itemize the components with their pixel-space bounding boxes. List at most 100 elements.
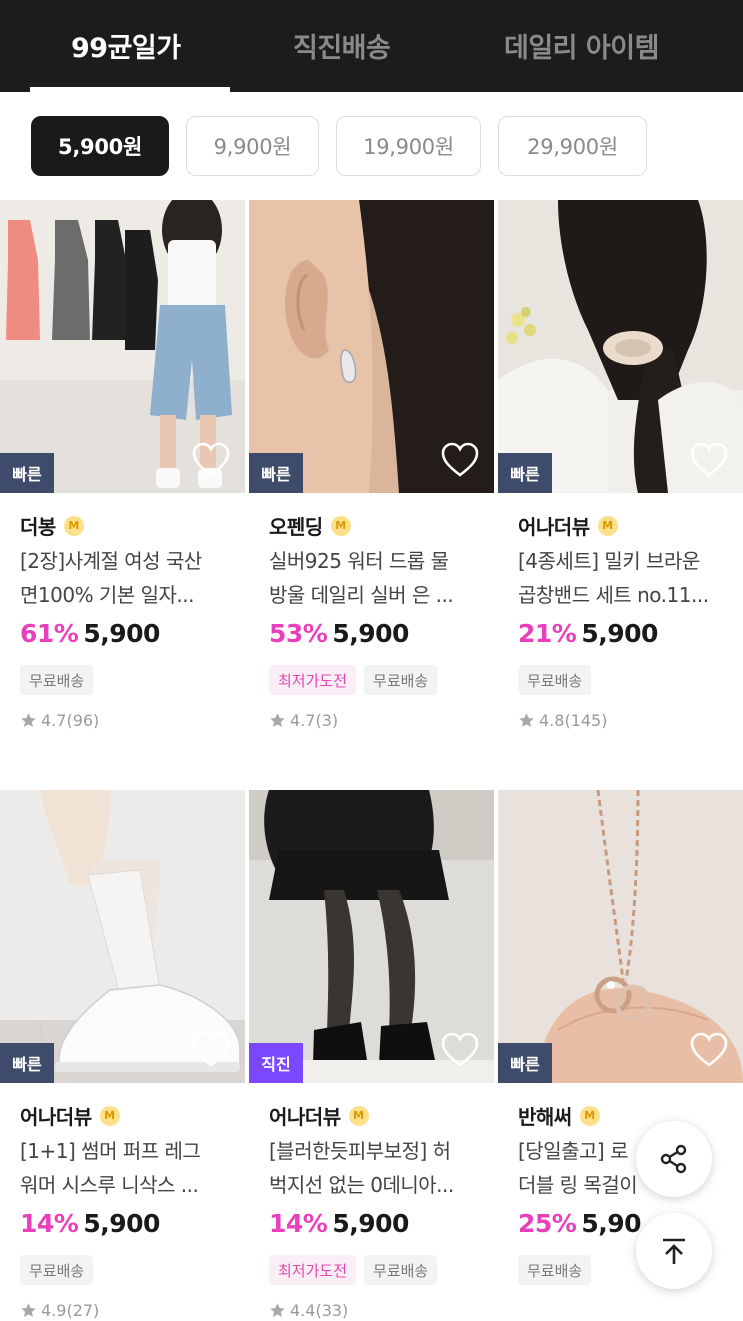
fast-delivery-tag: 빠른 [0, 453, 54, 493]
product-badges: 최저가도전 무료배송 [269, 665, 438, 695]
product-image[interactable]: 빠른 [498, 200, 743, 493]
price-chip-19900[interactable]: 19,900원 [336, 116, 481, 176]
product-title-line: 곱창밴드 세트 no.11... [518, 583, 709, 607]
free-shipping-badge: 무료배송 [20, 665, 94, 695]
discount-rate: 53% [269, 619, 328, 648]
brand-m-badge: M [597, 515, 618, 536]
brand-m-badge: M [63, 515, 84, 536]
product-rating: 4.7 (3) [269, 711, 338, 730]
product-title-line: [2장]사계절 여성 국산 [20, 549, 202, 573]
heart-outline-icon[interactable] [440, 1031, 480, 1069]
active-tab-indicator [30, 87, 230, 92]
rating-score: 4.9 [41, 1301, 67, 1320]
star-icon [270, 713, 285, 727]
product-image[interactable]: 빠른 [498, 790, 743, 1083]
sale-price: 5,900 [83, 1209, 160, 1238]
brand-name[interactable]: 어나더뷰 [269, 1101, 341, 1130]
product-title-line: [4종세트] 밀키 브라운 [518, 549, 700, 573]
free-shipping-badge: 무료배송 [364, 665, 438, 695]
rating-score: 4.7 [290, 711, 316, 730]
product-title-line: 워머 시스루 니삭스 ... [20, 1173, 199, 1197]
review-count: (145) [564, 711, 608, 730]
fast-delivery-tag: 빠른 [498, 453, 552, 493]
product-title-line: 벅지선 없는 0데니아... [269, 1173, 454, 1197]
discount-rate: 14% [269, 1209, 328, 1238]
star-icon [21, 713, 36, 727]
discount-rate: 21% [518, 619, 577, 648]
product-image[interactable]: 직진 [249, 790, 494, 1083]
product-title-line: [블러한듯피부보정] 허 [269, 1139, 451, 1163]
fast-delivery-tag: 빠른 [249, 453, 303, 493]
rating-score: 4.7 [41, 711, 67, 730]
free-shipping-badge: 무료배송 [364, 1255, 438, 1285]
sale-price: 5,90 [581, 1209, 642, 1238]
discount-rate: 61% [20, 619, 79, 648]
star-icon [21, 1303, 36, 1317]
tab-99-uniform-price[interactable]: 99균일가 [71, 26, 181, 65]
brand-name[interactable]: 어나더뷰 [518, 511, 590, 540]
direct-delivery-tag: 직진 [249, 1043, 303, 1083]
fast-delivery-tag: 빠른 [0, 1043, 54, 1083]
tab-direct-delivery[interactable]: 직진배송 [293, 26, 391, 65]
free-shipping-badge: 무료배송 [518, 665, 592, 695]
sale-price: 5,900 [581, 619, 658, 648]
heart-outline-icon[interactable] [689, 1031, 729, 1069]
top-tab-bar: 99균일가 직진배송 데일리 아이템 [0, 0, 743, 92]
free-shipping-badge: 무료배송 [20, 1255, 94, 1285]
price-chip-5900[interactable]: 5,900원 [31, 116, 169, 176]
sale-price: 5,900 [332, 619, 409, 648]
scroll-to-top-button[interactable] [636, 1213, 712, 1289]
arrow-up-to-top-icon [663, 1238, 685, 1264]
product-title[interactable]: 실버925 워터 드롭 물 방울 데일리 실버 은 ... [269, 544, 484, 612]
review-count: (3) [315, 711, 339, 730]
product-rating: 4.7 (96) [20, 711, 99, 730]
rating-score: 4.8 [539, 711, 565, 730]
review-count: (33) [315, 1301, 349, 1320]
sale-price: 5,900 [332, 1209, 409, 1238]
product-badges: 무료배송 [20, 1255, 94, 1285]
free-shipping-badge: 무료배송 [518, 1255, 592, 1285]
brand-m-badge: M [348, 1105, 369, 1126]
product-title[interactable]: [2장]사계절 여성 국산 면100% 기본 일자... [20, 544, 235, 612]
price-filter-chips: 5,900원 9,900원 19,900원 29,900원 [0, 116, 743, 176]
heart-outline-icon[interactable] [440, 441, 480, 479]
price-chip-9900[interactable]: 9,900원 [186, 116, 319, 176]
brand-m-badge: M [579, 1105, 600, 1126]
heart-outline-icon[interactable] [689, 441, 729, 479]
brand-name[interactable]: 더봉 [20, 511, 56, 540]
share-button[interactable] [636, 1121, 712, 1197]
sale-price: 5,900 [83, 619, 160, 648]
product-image[interactable]: 빠른 [0, 790, 245, 1083]
discount-rate: 25% [518, 1209, 577, 1238]
product-image[interactable]: 빠른 [249, 200, 494, 493]
rating-score: 4.4 [290, 1301, 316, 1320]
heart-outline-icon[interactable] [191, 441, 231, 479]
price-chip-29900[interactable]: 29,900원 [498, 116, 647, 176]
product-title[interactable]: [블러한듯피부보정] 허 벅지선 없는 0데니아... [269, 1134, 484, 1202]
heart-outline-icon[interactable] [191, 1031, 231, 1069]
brand-name[interactable]: 어나더뷰 [20, 1101, 92, 1130]
product-title[interactable]: [1+1] 썸머 퍼프 레그 워머 시스루 니삭스 ... [20, 1134, 235, 1202]
brand-name[interactable]: 반해써 [518, 1101, 572, 1130]
product-rating: 4.4 (33) [269, 1301, 348, 1320]
product-title[interactable]: [4종세트] 밀키 브라운 곱창밴드 세트 no.11... [518, 544, 733, 612]
brand-m-badge: M [99, 1105, 120, 1126]
lowest-price-challenge-badge: 최저가도전 [269, 665, 357, 695]
tab-daily-item[interactable]: 데일리 아이템 [504, 26, 659, 65]
brand-m-badge: M [330, 515, 351, 536]
product-badges: 무료배송 [20, 665, 94, 695]
product-rating: 4.8 (145) [518, 711, 607, 730]
review-count: (27) [66, 1301, 100, 1320]
product-rating: 4.9 (27) [20, 1301, 99, 1320]
fast-delivery-tag: 빠른 [498, 1043, 552, 1083]
brand-name[interactable]: 오펜딩 [269, 511, 323, 540]
product-title-line: 면100% 기본 일자... [20, 583, 194, 607]
product-badges: 최저가도전 무료배송 [269, 1255, 438, 1285]
star-icon [270, 1303, 285, 1317]
product-title-line: 방울 데일리 실버 은 ... [269, 583, 454, 607]
product-badges: 무료배송 [518, 665, 592, 695]
product-image[interactable]: 빠른 [0, 200, 245, 493]
share-icon [660, 1144, 687, 1174]
product-title-line: 실버925 워터 드롭 물 [269, 549, 449, 573]
discount-rate: 14% [20, 1209, 79, 1238]
